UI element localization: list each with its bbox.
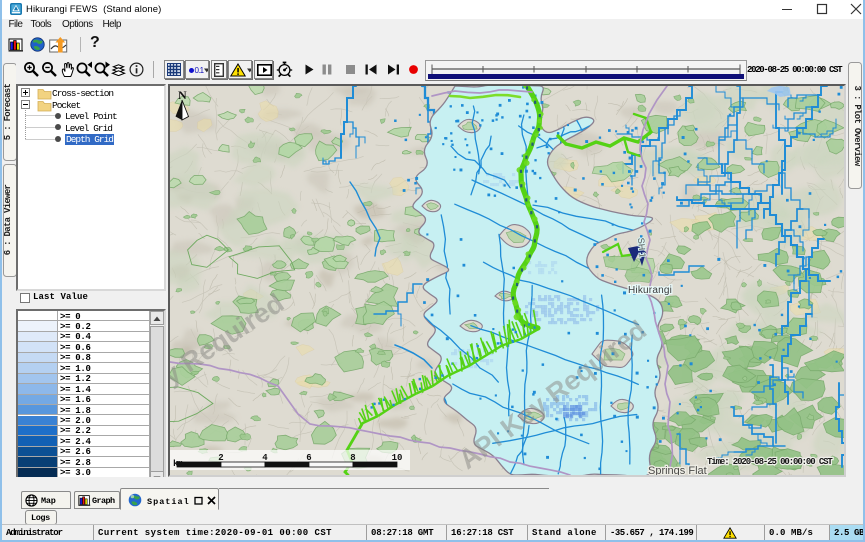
svg-text:10: 10 — [392, 453, 403, 463]
svg-text:6 : Data Viewer: 6 : Data Viewer — [3, 184, 13, 255]
svg-text:2: 2 — [218, 453, 223, 463]
svg-text:SH 1: SH 1 — [636, 237, 648, 258]
svg-text:3 : Plot Overview: 3 : Plot Overview — [852, 86, 862, 167]
svg-text:5 : Forecast: 5 : Forecast — [3, 84, 13, 141]
svg-text:N: N — [178, 88, 187, 102]
svg-text:8: 8 — [350, 453, 355, 463]
svg-text:6: 6 — [306, 453, 311, 463]
svg-text:Springs Flat: Springs Flat — [648, 465, 707, 475]
svg-text:4: 4 — [262, 453, 268, 463]
svg-text:Hikurangi: Hikurangi — [628, 285, 672, 296]
svg-text:Time: 2020-08-25 00:00:00 CST: Time: 2020-08-25 00:00:00 CST — [707, 457, 833, 467]
